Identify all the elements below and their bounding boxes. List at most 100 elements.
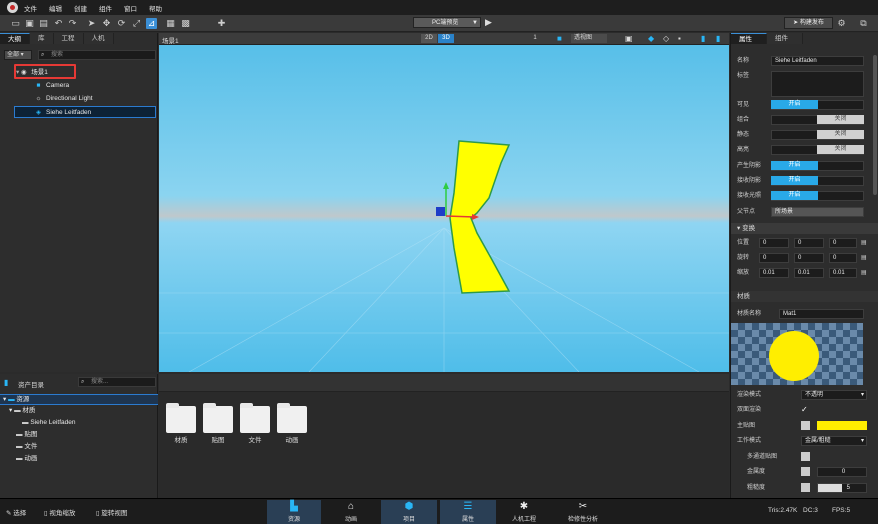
- mode-2d-button[interactable]: 2D: [421, 34, 437, 43]
- new-file-icon[interactable]: ▭: [10, 18, 21, 29]
- rotate-tool-icon[interactable]: ⟳: [116, 18, 127, 29]
- double-sided-checkbox[interactable]: ✓: [801, 405, 808, 415]
- zoom-mode[interactable]: ▯ 视角缩放: [44, 507, 75, 517]
- receive-shadow-toggle[interactable]: 开启: [771, 176, 818, 185]
- mode-3d-button[interactable]: 3D: [438, 34, 454, 43]
- position-y-field[interactable]: 0: [794, 238, 824, 248]
- view-select[interactable]: 透视图: [571, 34, 607, 43]
- save-as-icon[interactable]: ▤: [38, 18, 49, 29]
- bottom-tab-maintainability[interactable]: ✂ 检修性分析: [555, 500, 611, 524]
- texture-slot-icon[interactable]: [801, 452, 810, 461]
- parent-field[interactable]: 所场景: [771, 207, 864, 217]
- viewport-count[interactable]: 1: [525, 34, 545, 43]
- assets-search-input[interactable]: ⌕ 搜索...: [78, 377, 156, 387]
- bottom-tab-assets[interactable]: ▙ 资源: [267, 500, 321, 524]
- cast-shadow-toggle[interactable]: 开启: [771, 161, 818, 170]
- transform-tool-icon[interactable]: ⊿: [146, 18, 157, 29]
- receive-light-toggle[interactable]: 开启: [771, 191, 818, 200]
- rotation-x-field[interactable]: 0: [759, 253, 789, 263]
- work-mode-select[interactable]: 金属/粗糙 ▾: [801, 436, 867, 446]
- highlight-toggle[interactable]: 关闭: [817, 145, 864, 154]
- material-section-header[interactable]: 材质: [731, 291, 878, 302]
- static-toggle[interactable]: 关闭: [817, 130, 864, 139]
- tab-library[interactable]: 库: [30, 33, 54, 44]
- gizmo-toggle-icon[interactable]: ▮: [716, 34, 720, 43]
- rotation-z-field[interactable]: 0: [829, 253, 857, 263]
- group-toggle[interactable]: 关闭: [817, 115, 864, 124]
- menu-edit[interactable]: 编辑: [49, 3, 62, 13]
- asset-tree-animations[interactable]: ▬ 动画: [0, 453, 158, 465]
- redo-icon[interactable]: ↷: [67, 18, 78, 29]
- scale-z-field[interactable]: 0.01: [829, 268, 857, 278]
- roughness-slider[interactable]: 5: [817, 483, 867, 493]
- folder-textures-icon[interactable]: [203, 403, 233, 433]
- tab-project[interactable]: 工程: [53, 33, 84, 44]
- asset-tree-materials[interactable]: ▾ ▬ 材质: [0, 405, 158, 417]
- material-preview[interactable]: [731, 323, 863, 385]
- rotate-mode[interactable]: ▯ 旋转视图: [96, 507, 127, 517]
- properties-scrollbar[interactable]: [873, 55, 877, 195]
- material-name-field[interactable]: Mat1: [779, 309, 864, 319]
- texture-slot-icon[interactable]: [801, 467, 810, 476]
- scale-tool-icon[interactable]: ⤢: [131, 18, 142, 29]
- bottom-tab-properties[interactable]: ☰ 属性: [440, 500, 496, 524]
- folder-animations-icon[interactable]: [277, 403, 307, 433]
- main-color-swatch[interactable]: [817, 421, 867, 430]
- tag-field[interactable]: [771, 71, 864, 97]
- transform-section-header[interactable]: ▾ 变换: [731, 223, 878, 234]
- lock-icon[interactable]: ▤: [861, 238, 867, 248]
- wireframe-icon[interactable]: ◇: [663, 34, 669, 43]
- screenshot-icon[interactable]: ▣: [625, 34, 633, 43]
- tab-outline[interactable]: 大纲: [0, 33, 30, 44]
- scale-y-field[interactable]: 0.01: [794, 268, 824, 278]
- layout-icon[interactable]: ⧉: [858, 18, 869, 29]
- menu-component[interactable]: 组件: [99, 3, 112, 13]
- lock-icon[interactable]: ▮: [701, 34, 705, 43]
- lock-icon[interactable]: ▤: [861, 253, 867, 263]
- folder-files-icon[interactable]: [240, 403, 270, 433]
- gizmo-z-handle[interactable]: [436, 207, 445, 216]
- gizmo-x-axis[interactable]: [445, 215, 476, 218]
- grid-icon[interactable]: ▦: [165, 18, 176, 29]
- move-tool-icon[interactable]: ✥: [101, 18, 112, 29]
- asset-tree-files[interactable]: ▬ 文件: [0, 441, 158, 453]
- play-button[interactable]: ▶: [485, 17, 492, 28]
- menu-file[interactable]: 文件: [24, 3, 37, 13]
- render-mode-select[interactable]: 不透明 ▾: [801, 390, 867, 400]
- tree-item-camera[interactable]: ■ Camera: [0, 80, 158, 92]
- lock-icon[interactable]: ▤: [861, 268, 867, 278]
- select-mode[interactable]: ✎ 选择: [6, 507, 26, 517]
- visible-toggle[interactable]: 开启: [771, 100, 818, 109]
- scene-viewport[interactable]: [159, 33, 729, 372]
- bottom-tab-project[interactable]: ⬢ 项目: [381, 500, 437, 524]
- settings-icon[interactable]: ⚙: [836, 18, 847, 29]
- select-tool-icon[interactable]: ➤: [86, 18, 97, 29]
- tab-ergonomics[interactable]: 人机: [83, 33, 114, 44]
- tab-properties[interactable]: 属性: [731, 33, 767, 44]
- asset-tree-mesh[interactable]: ▬ Siehe Leitfaden: [0, 417, 158, 429]
- metallic-field[interactable]: 0: [817, 467, 867, 477]
- tree-item-mesh[interactable]: ◈ Siehe Leitfaden: [14, 106, 156, 118]
- snap-icon[interactable]: ▩: [180, 18, 191, 29]
- filter-select[interactable]: 全部 ▾: [4, 50, 32, 60]
- asset-tree-textures[interactable]: ▬ 贴图: [0, 429, 158, 441]
- menu-window[interactable]: 窗口: [124, 3, 137, 13]
- name-field[interactable]: Siehe Leitfaden: [771, 56, 864, 66]
- shading-icon[interactable]: ◆: [648, 34, 654, 43]
- menu-help[interactable]: 帮助: [149, 3, 162, 13]
- folder-materials-icon[interactable]: [166, 403, 196, 433]
- menu-create[interactable]: 创建: [74, 3, 87, 13]
- save-icon[interactable]: ▣: [24, 18, 35, 29]
- camera-view-icon[interactable]: ■: [557, 34, 562, 43]
- texture-slot-icon[interactable]: [801, 421, 810, 430]
- publish-button[interactable]: ➤ 构建发布: [784, 17, 833, 29]
- texture-slot-icon[interactable]: [801, 483, 810, 492]
- asset-tree-resources[interactable]: ▾ ▬ 资源: [0, 394, 158, 405]
- gizmo-y-arrow[interactable]: [443, 182, 449, 189]
- plugin-icon[interactable]: ✚: [216, 18, 227, 29]
- position-z-field[interactable]: 0: [829, 238, 857, 248]
- rotation-y-field[interactable]: 0: [794, 253, 824, 263]
- position-x-field[interactable]: 0: [759, 238, 789, 248]
- bottom-tab-animation[interactable]: ⌂ 动画: [326, 500, 376, 524]
- cube-icon[interactable]: ▪: [678, 34, 681, 43]
